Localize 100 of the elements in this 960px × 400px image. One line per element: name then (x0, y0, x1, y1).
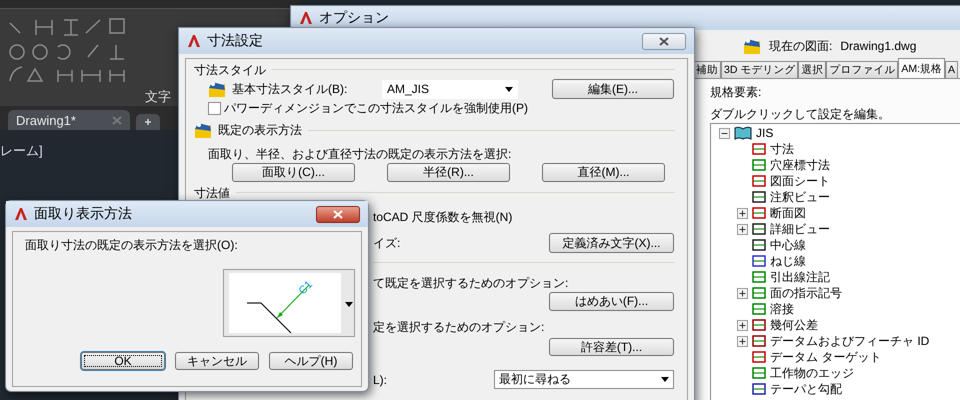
tree-item[interactable]: 溶接 (770, 302, 794, 316)
expand-toggle[interactable] (737, 224, 748, 234)
symbol-icon (752, 303, 766, 315)
style-icon (194, 121, 212, 139)
tree-item[interactable]: 工作物のエッジ (770, 366, 854, 380)
settings-tab[interactable]: 補助 (693, 61, 721, 78)
close-icon (659, 36, 669, 46)
dialog-title: 寸法設定 (207, 32, 263, 50)
description-text: 面取り、半径、および直径寸法の既定の表示方法を選択: (208, 147, 512, 161)
tolerance-button[interactable]: 許容差(T)... (549, 338, 674, 356)
symbol-icon (752, 175, 766, 187)
tree-item[interactable]: 詳細ビュー (770, 222, 830, 236)
tree-item[interactable]: 断面図 (770, 206, 806, 220)
expand-toggle[interactable] (737, 336, 748, 346)
settings-tab[interactable]: AM:規格 (898, 58, 946, 78)
option-text: toCAD 尺度係数を無視(N) (373, 210, 512, 224)
command-text: レーム] (0, 142, 43, 160)
tree-item[interactable]: データム ターゲット (770, 350, 882, 364)
new-tab-button[interactable]: + (136, 114, 160, 130)
dialog-title: 面取り表示方法 (34, 205, 132, 223)
option-text: 定を選択するためのオプション: (373, 320, 544, 334)
predefined-text-button[interactable]: 定義済み文字(X)... (549, 233, 674, 253)
caret-icon (661, 377, 669, 382)
tree-item[interactable]: ねじ線 (770, 254, 806, 268)
tree-item[interactable]: JIS (756, 126, 774, 140)
display-method-button[interactable]: 面取り(C)... (232, 163, 355, 182)
tab-label: Drawing1* (16, 112, 76, 128)
symbol-icon (752, 367, 766, 379)
chamfer-edge-drawing (246, 302, 292, 333)
section-title: 寸法スタイル (194, 62, 266, 76)
expand-toggle[interactable] (737, 320, 748, 330)
field-label: L): (373, 372, 388, 386)
current-drawing-name: Drawing1.dwg (840, 39, 916, 53)
tree-item[interactable]: 引出線注記 (770, 270, 830, 284)
elements-label: 規格要素: (710, 85, 762, 99)
file-tab[interactable]: Drawing1* (8, 110, 130, 130)
symbol-icon (752, 383, 766, 395)
symbol-icon (752, 351, 766, 363)
display-method-button[interactable]: 半径(R)... (387, 163, 510, 182)
fit-button[interactable]: はめあい(F)... (549, 292, 674, 311)
symbol-icon (752, 159, 766, 171)
settings-tab[interactable]: 3D モデリング (721, 61, 798, 78)
dropdown-value: AM_JIS (387, 82, 430, 96)
close-button[interactable] (316, 206, 360, 222)
symbol-icon (752, 255, 766, 267)
app-logo-icon (299, 11, 313, 25)
symbol-icon (752, 239, 766, 251)
symbol-icon (752, 207, 766, 219)
edit-button[interactable]: 編集(E)... (552, 79, 674, 99)
app-logo-icon (14, 207, 28, 221)
symbol-icon (752, 191, 766, 203)
field-label: イズ: (373, 236, 400, 250)
section-title: 既定の表示方法 (218, 123, 302, 137)
symbol-icon (752, 287, 766, 299)
tree-item[interactable]: 面の指示記号 (770, 286, 842, 300)
settings-tab[interactable]: A (945, 61, 958, 78)
dialog-button[interactable]: キャンセル (175, 352, 259, 370)
field-label: 基本寸法スタイル(B): (232, 82, 348, 96)
settings-tab[interactable]: 選択 (798, 61, 826, 78)
close-icon (112, 116, 122, 124)
current-drawing-label: 現在の図面: (769, 39, 832, 53)
dialog-button[interactable]: OK (81, 352, 165, 370)
tree-item[interactable]: データムおよびフィーチャ ID (770, 334, 930, 348)
caret-icon (505, 86, 513, 92)
expand-toggle[interactable] (737, 288, 748, 298)
panel-label: 文字 (145, 88, 171, 106)
checkbox-label: パワーディメンジョンでこの寸法スタイルを強制使用(P) (224, 101, 528, 115)
hint-text: ダブルクリックして設定を編集。 (710, 107, 891, 121)
tree-item[interactable]: 中心線 (770, 238, 806, 252)
symbol-icon (752, 223, 766, 235)
tree-item[interactable]: 穴座標寸法 (770, 158, 830, 172)
caret-icon (345, 302, 353, 307)
prompt-text: 面取り寸法の既定の表示方法を選択(O): (25, 238, 239, 252)
placement-dropdown[interactable]: 最初に尋ねる (494, 370, 674, 389)
tree-item[interactable]: 寸法 (770, 142, 794, 156)
app-logo-icon (187, 34, 201, 48)
book-icon (734, 126, 752, 140)
section-title: 寸法値 (194, 186, 230, 200)
checkbox[interactable] (208, 102, 221, 114)
style-dropdown[interactable]: AM_JIS (382, 80, 518, 98)
tree-item[interactable]: 幾何公差 (770, 318, 818, 332)
settings-tab[interactable]: プロファイル (826, 61, 898, 78)
chamfer-label: C1 (296, 278, 316, 298)
symbol-icon (752, 335, 766, 347)
style-icon (208, 80, 226, 98)
symbol-icon (752, 143, 766, 155)
expand-toggle[interactable] (737, 208, 748, 218)
window-title: オプション (319, 9, 389, 27)
expand-toggle[interactable] (719, 128, 730, 138)
close-button[interactable] (642, 32, 686, 50)
tree-item[interactable]: テーパと勾配 (770, 382, 842, 396)
option-text: て既定を選択するためのオプション: (373, 276, 568, 290)
dropdown-value: 最初に尋ねる (499, 371, 571, 388)
dialog-button[interactable]: ヘルプ(H) (269, 352, 353, 370)
close-icon (333, 210, 343, 218)
display-method-button[interactable]: 直径(M)... (542, 163, 665, 182)
style-icon (743, 37, 761, 55)
tree-item[interactable]: 注釈ビュー (770, 190, 830, 204)
symbol-icon (752, 271, 766, 283)
tree-item[interactable]: 図面シート (770, 174, 830, 188)
